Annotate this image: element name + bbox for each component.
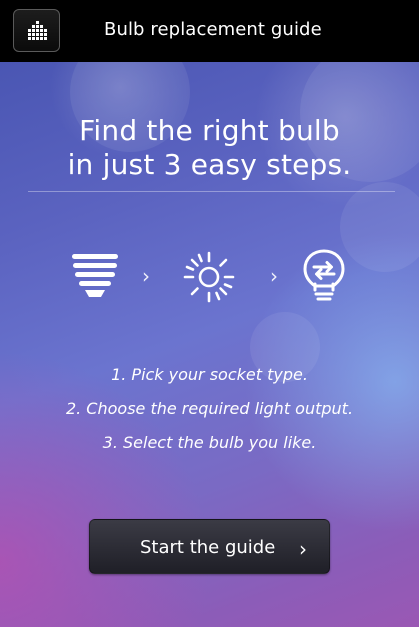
bokeh-light (340, 182, 419, 272)
guide-intro-panel: Find the right bulb in just 3 easy steps… (0, 62, 419, 627)
chevron-right-icon: › (142, 264, 150, 288)
chevron-right-icon: › (270, 264, 278, 288)
start-guide-label: Start the guide (140, 537, 276, 558)
step-1-text: 1. Pick your socket type. (111, 365, 308, 384)
home-button[interactable] (13, 9, 60, 52)
top-bar: Bulb replacement guide (0, 0, 419, 62)
step-3-text: 3. Select the bulb you like. (102, 433, 317, 452)
bulb-swap-icon (303, 249, 345, 301)
headline-line-2: in just 3 easy steps. (67, 148, 352, 181)
chevron-right-icon: › (299, 537, 307, 561)
brand-dots-icon (28, 21, 47, 40)
headline-line-1: Find the right bulb (79, 114, 340, 147)
step-2-text: 2. Choose the required light output. (65, 399, 354, 418)
light-output-icon (183, 251, 235, 303)
start-guide-button[interactable]: Start the guide › (89, 519, 330, 574)
divider (28, 191, 395, 192)
app-title: Bulb replacement guide (104, 19, 322, 40)
socket-icon (72, 254, 118, 297)
